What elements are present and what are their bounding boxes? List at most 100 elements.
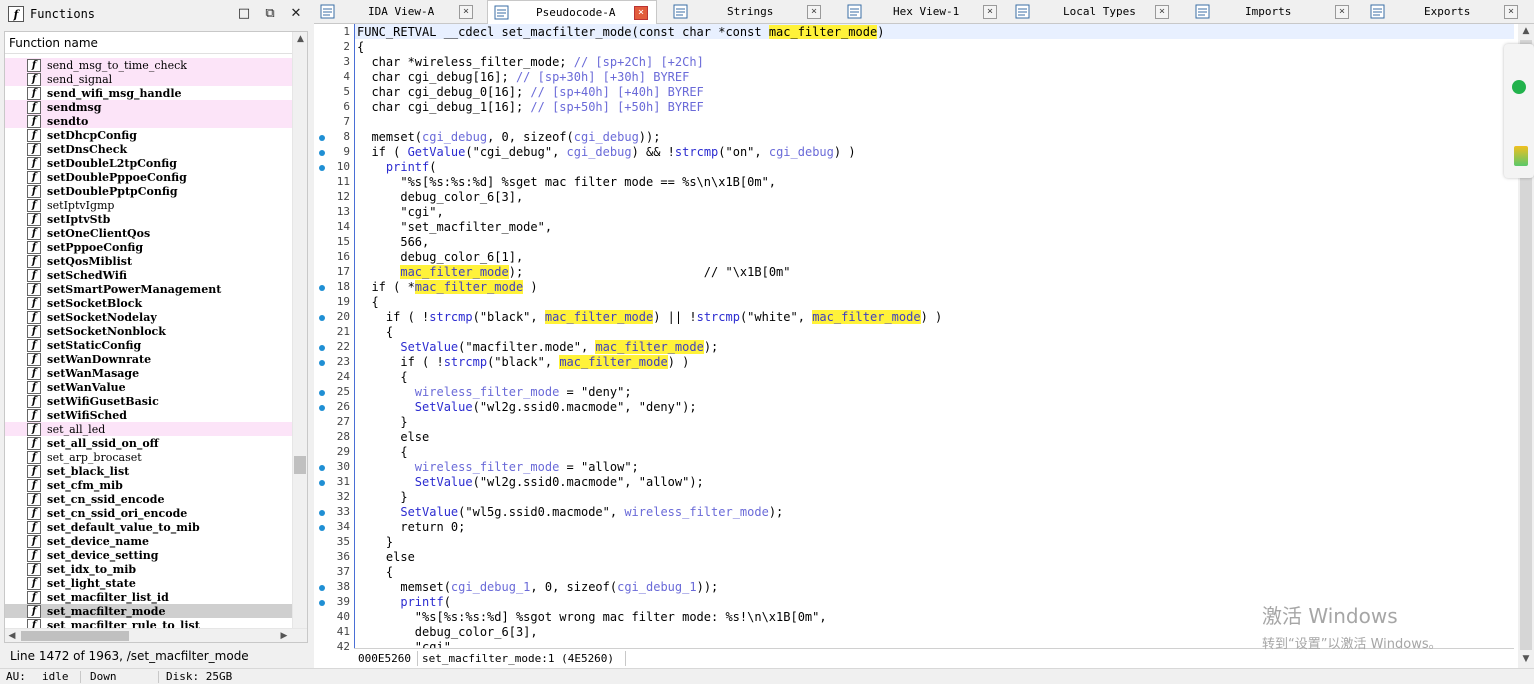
code-line[interactable]: SetValue("wl2g.ssid0.macmode", "deny");: [357, 400, 697, 415]
function-list-item[interactable]: f setIptvIgmp: [5, 198, 293, 212]
function-list-item[interactable]: f set_macfilter_list_id: [5, 590, 293, 604]
breakpoint-dot-icon[interactable]: [319, 480, 325, 486]
code-line[interactable]: else: [357, 550, 415, 565]
function-list-item[interactable]: f sendto: [5, 114, 293, 128]
breakpoint-dot-icon[interactable]: [319, 405, 325, 411]
breakpoint-dot-icon[interactable]: [319, 345, 325, 351]
function-list-item[interactable]: f set_macfilter_mode: [5, 604, 293, 618]
code-line[interactable]: SetValue("macfilter.mode", mac_filter_mo…: [357, 340, 718, 355]
function-list-item[interactable]: f set_device_setting: [5, 548, 293, 562]
tab-close-icon[interactable]: ×: [1335, 5, 1349, 19]
scroll-down-icon[interactable]: ▼: [1518, 652, 1534, 666]
function-list-vscrollbar[interactable]: ▲: [292, 32, 307, 630]
breakpoint-dot-icon[interactable]: [319, 315, 325, 321]
code-line[interactable]: }: [357, 415, 407, 430]
code-line[interactable]: {: [357, 40, 364, 55]
code-line[interactable]: char cgi_debug_0[16]; // [sp+40h] [+40h]…: [357, 85, 703, 100]
function-list-item[interactable]: f setWifiSched: [5, 408, 293, 422]
breakpoint-dot-icon[interactable]: [319, 390, 325, 396]
scroll-up-icon[interactable]: ▲: [1518, 24, 1534, 38]
function-list-item[interactable]: f set_cn_ssid_ori_encode: [5, 506, 293, 520]
code-line[interactable]: debug_color_6[3],: [357, 190, 523, 205]
code-line[interactable]: }: [357, 490, 407, 505]
scroll-up-icon[interactable]: ▲: [293, 32, 308, 46]
function-list-item[interactable]: f setSmartPowerManagement: [5, 282, 293, 296]
function-list-item[interactable]: f setQosMiblist: [5, 254, 293, 268]
code-line[interactable]: else: [357, 430, 429, 445]
function-list-item[interactable]: f setSocketNonblock: [5, 324, 293, 338]
code-line[interactable]: FUNC_RETVAL __cdecl set_macfilter_mode(c…: [357, 25, 884, 40]
tab-pseudocode-a[interactable]: Pseudocode-A ×: [487, 0, 657, 25]
function-list-item[interactable]: f send_signal: [5, 72, 293, 86]
function-list-item[interactable]: f set_default_value_to_mib: [5, 520, 293, 534]
function-list-item[interactable]: f set_arp_brocaset: [5, 450, 293, 464]
function-list-item[interactable]: f set_all_led: [5, 422, 293, 436]
code-line[interactable]: SetValue("wl5g.ssid0.macmode", wireless_…: [357, 505, 783, 520]
function-list-item[interactable]: f set_idx_to_mib: [5, 562, 293, 576]
breakpoint-dot-icon[interactable]: [319, 525, 325, 531]
code-line[interactable]: memset(cgi_debug, 0, sizeof(cgi_debug));: [357, 130, 660, 145]
tab-hex-view-1[interactable]: Hex View-1 ×: [841, 0, 1009, 24]
function-list-item[interactable]: f setDoublePppoeConfig: [5, 170, 293, 184]
code-line[interactable]: char cgi_debug[16]; // [sp+30h] [+30h] B…: [357, 70, 689, 85]
function-list-item[interactable]: f setDoublePptpConfig: [5, 184, 293, 198]
tab-close-icon[interactable]: ×: [983, 5, 997, 19]
function-list-item[interactable]: f send_msg_to_time_check: [5, 58, 293, 72]
function-list-item[interactable]: f setWanDownrate: [5, 352, 293, 366]
scroll-right-icon[interactable]: ▶: [277, 629, 291, 643]
function-list-item[interactable]: f set_cn_ssid_encode: [5, 492, 293, 506]
code-line[interactable]: printf(: [357, 595, 451, 610]
function-list-item[interactable]: f setWanValue: [5, 380, 293, 394]
code-line[interactable]: wireless_filter_mode = "deny";: [357, 385, 632, 400]
code-line[interactable]: printf(: [357, 160, 437, 175]
code-line[interactable]: }: [357, 535, 393, 550]
function-list-item[interactable]: f setWifiGusetBasic: [5, 394, 293, 408]
code-line[interactable]: if ( !strcmp("black", mac_filter_mode) ): [357, 355, 689, 370]
scroll-left-icon[interactable]: ◀: [5, 629, 19, 643]
code-line[interactable]: char cgi_debug_1[16]; // [sp+50h] [+50h]…: [357, 100, 703, 115]
code-line[interactable]: if ( GetValue("cgi_debug", cgi_debug) &&…: [357, 145, 855, 160]
function-list-item[interactable]: f setDoubleL2tpConfig: [5, 156, 293, 170]
function-list-item[interactable]: f setPppoeConfig: [5, 240, 293, 254]
function-list-item[interactable]: f set_all_ssid_on_off: [5, 436, 293, 450]
code-line[interactable]: "cgi",: [357, 205, 443, 220]
function-list-item[interactable]: f sendmsg: [5, 100, 293, 114]
code-line[interactable]: {: [357, 445, 407, 460]
tab-close-icon[interactable]: ×: [459, 5, 473, 19]
breakpoint-dot-icon[interactable]: [319, 135, 325, 141]
code-line[interactable]: SetValue("wl2g.ssid0.macmode", "allow");: [357, 475, 704, 490]
function-list-item[interactable]: f set_cfm_mib: [5, 478, 293, 492]
function-list-item[interactable]: f setWanMasage: [5, 366, 293, 380]
hscroll-thumb[interactable]: [21, 631, 129, 641]
tab-strings[interactable]: Strings ×: [667, 0, 835, 24]
code-line[interactable]: return 0;: [357, 520, 465, 535]
breakpoint-dot-icon[interactable]: [319, 150, 325, 156]
function-list-hscrollbar[interactable]: ◀ ▶: [5, 628, 307, 642]
function-list-item[interactable]: f setStaticConfig: [5, 338, 293, 352]
code-line[interactable]: {: [357, 325, 393, 340]
breakpoint-dot-icon[interactable]: [319, 165, 325, 171]
tab-close-icon[interactable]: ×: [634, 6, 648, 20]
tab-exports[interactable]: Exports ×: [1364, 0, 1532, 24]
code-line[interactable]: "%s[%s:%s:%d] %sget mac filter mode == %…: [357, 175, 776, 190]
code-line[interactable]: "%s[%s:%s:%d] %sgot wrong mac filter mod…: [357, 610, 827, 625]
function-list-item[interactable]: f setIptvStb: [5, 212, 293, 226]
tab-close-icon[interactable]: ×: [807, 5, 821, 19]
code-line[interactable]: if ( !strcmp("black", mac_filter_mode) |…: [357, 310, 942, 325]
code-line[interactable]: {: [357, 295, 378, 310]
code-line[interactable]: char *wireless_filter_mode; // [sp+2Ch] …: [357, 55, 703, 70]
code-line[interactable]: if ( *mac_filter_mode ): [357, 280, 538, 295]
function-list-item[interactable]: f setOneClientQos: [5, 226, 293, 240]
breakpoint-dot-icon[interactable]: [319, 285, 325, 291]
code-line[interactable]: {: [357, 370, 407, 385]
breakpoint-dot-icon[interactable]: [319, 465, 325, 471]
code-line[interactable]: {: [357, 565, 393, 580]
function-list-item[interactable]: f send_wifi_msg_handle: [5, 86, 293, 100]
restore-icon[interactable]: ⧉: [262, 6, 278, 22]
code-line[interactable]: "set_macfilter_mode",: [357, 220, 552, 235]
tab-close-icon[interactable]: ×: [1504, 5, 1518, 19]
function-list-item[interactable]: f setSchedWifi: [5, 268, 293, 282]
function-list-item[interactable]: f setSocketNodelay: [5, 310, 293, 324]
tab-close-icon[interactable]: ×: [1155, 5, 1169, 19]
tab-imports[interactable]: Imports ×: [1189, 0, 1361, 24]
